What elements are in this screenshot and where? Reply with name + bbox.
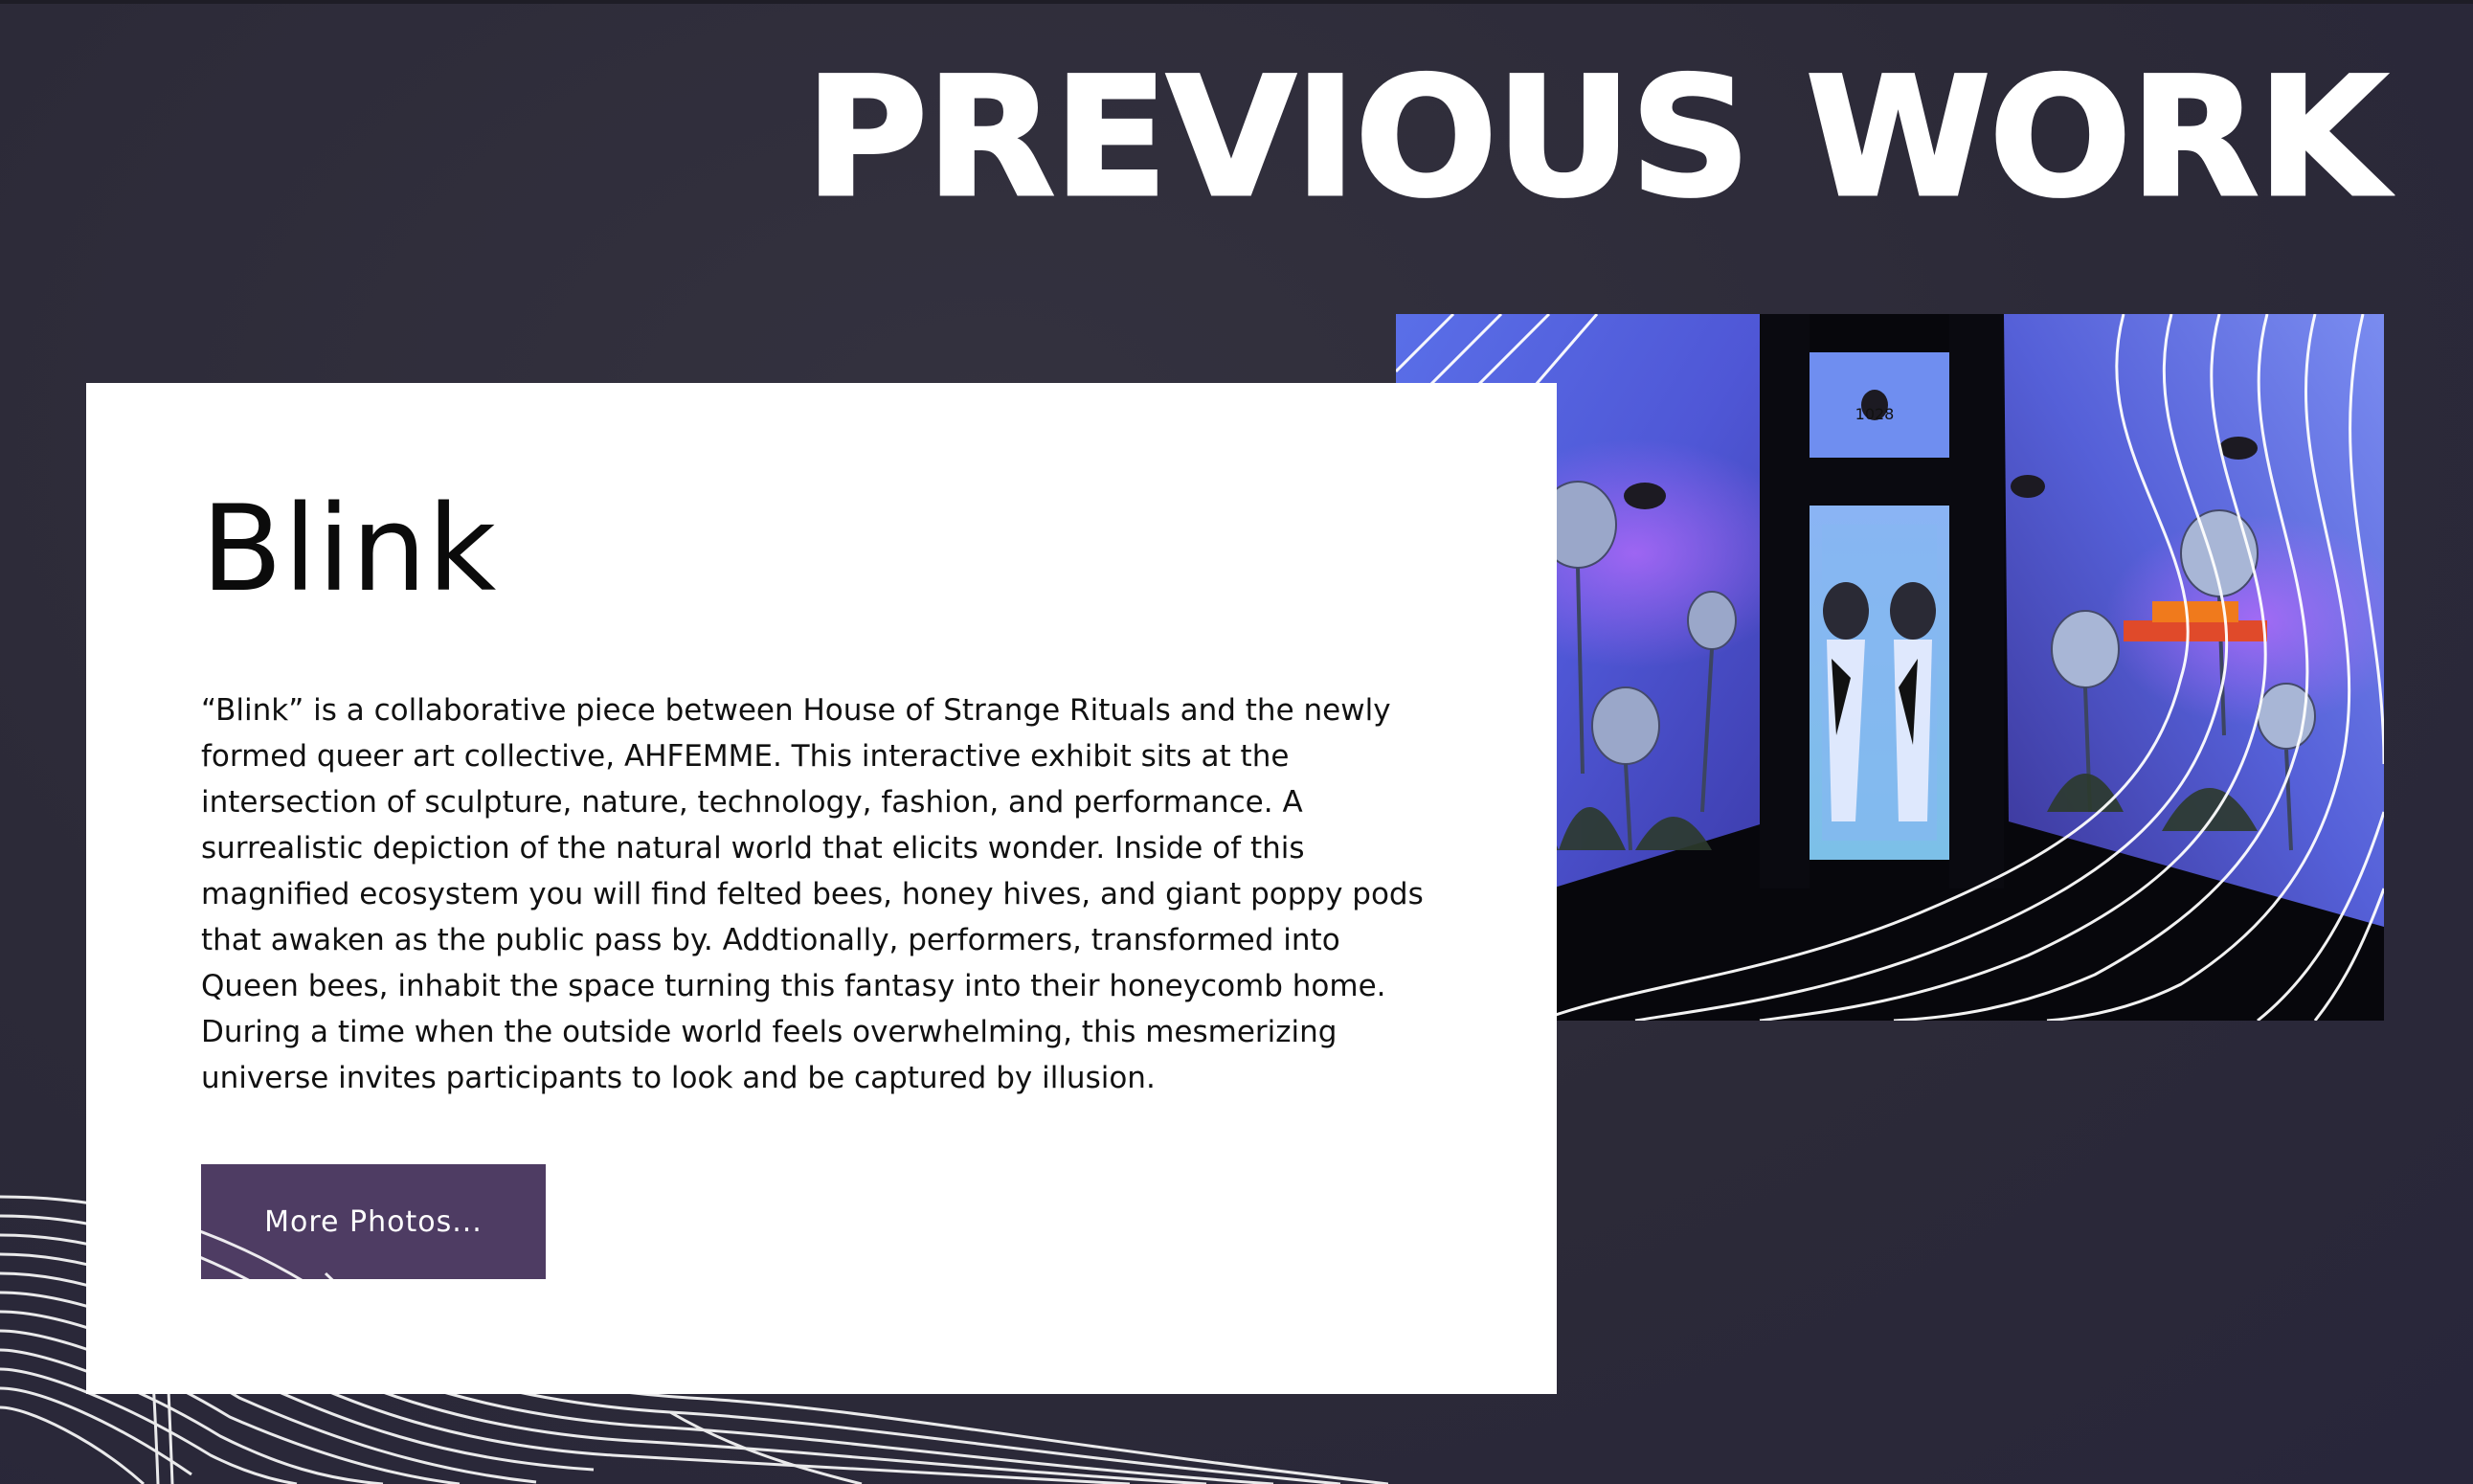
top-border [0,0,2473,4]
decorative-waves [0,1158,1388,1484]
section-heading: PREVIOUS WORK [803,41,2389,234]
project-description: “Blink” is a collaborative piece between… [201,693,1424,1095]
page: PREVIOUS WORK 1028 Blink “Blink” is a co… [0,0,2473,1484]
project-title: Blink [201,481,498,618]
photo-number-label: 1028 [1855,405,1895,423]
